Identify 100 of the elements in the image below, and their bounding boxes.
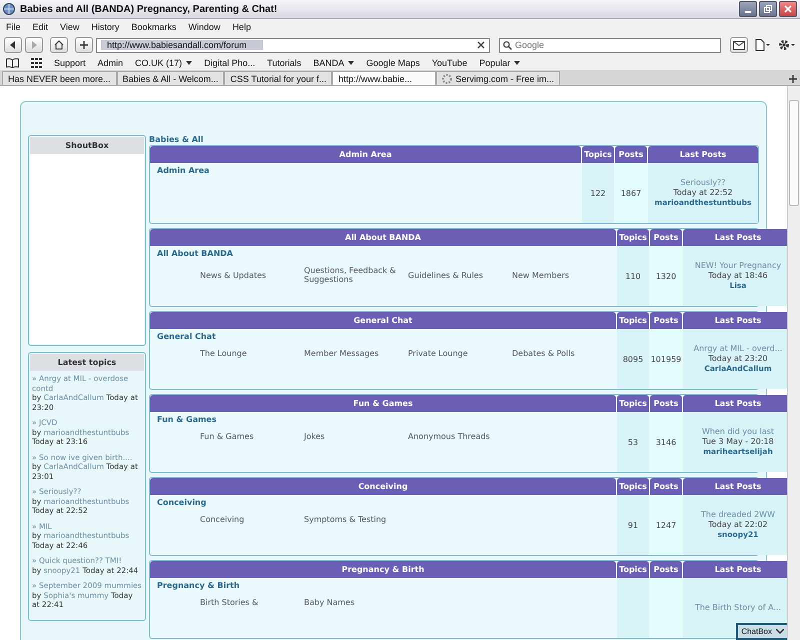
bookmark-link[interactable]: Tutorials [267, 58, 302, 68]
spinner-icon [442, 74, 452, 84]
new-tab-button[interactable] [789, 72, 797, 85]
browser-tab[interactable]: Servimg.com - Free im... [436, 71, 560, 85]
back-button[interactable] [4, 37, 22, 53]
caret-icon [514, 60, 520, 64]
subforum-link[interactable]: News & Updates [200, 270, 304, 280]
subforum-link[interactable]: New Members [512, 270, 616, 280]
back-icon [10, 41, 16, 49]
menu-item[interactable]: File [6, 22, 21, 32]
caret-icon [348, 60, 354, 64]
column-header: Last Posts [648, 146, 758, 163]
last-post-time: Today at 23:20 [708, 354, 768, 364]
menu-item[interactable]: Window [188, 22, 220, 32]
browser-tab[interactable]: Babies & All - Welcom... [116, 71, 224, 85]
grid-icon[interactable] [31, 58, 42, 68]
menu-item[interactable]: Help [232, 22, 251, 32]
forward-icon [31, 41, 37, 49]
subforum-link[interactable]: Symptoms & Testing [304, 515, 408, 524]
subforum-link[interactable]: Guidelines & Rules [408, 270, 512, 280]
posts-count: 3146 [656, 438, 676, 446]
menu-item[interactable]: History [91, 22, 120, 32]
url-text: http://www.babiesandall.com/forum [101, 40, 263, 50]
home-icon [54, 40, 64, 50]
subforum-link[interactable]: The Lounge [200, 349, 304, 358]
vertical-scrollbar[interactable] [787, 86, 800, 640]
bookmark-link[interactable]: Support [54, 58, 86, 68]
menu-item[interactable]: Edit [32, 22, 48, 32]
bookmark-link[interactable]: YouTube [432, 58, 468, 68]
shoutbox-title: ShoutBox [30, 137, 144, 154]
section-header: Admin Area [150, 146, 581, 163]
subforum-link[interactable]: Questions, Feedback & Suggestions [304, 266, 408, 284]
posts-count: 1867 [620, 188, 642, 198]
column-header: Last Posts [683, 312, 787, 329]
search-icon [503, 40, 512, 50]
bookmark-link[interactable]: Google Maps [366, 58, 420, 68]
section-header: All About BANDA [150, 229, 616, 246]
bookmark-link[interactable]: BANDA [313, 58, 354, 68]
category-link[interactable]: All About BANDA [150, 249, 616, 258]
search-field[interactable]: Google [499, 38, 721, 52]
category-link[interactable]: General Chat [150, 332, 616, 341]
subforum-link[interactable]: Fun & Games [200, 432, 304, 441]
settings-icon[interactable] [778, 39, 796, 51]
last-post-time: Today at 22:52 [673, 188, 733, 198]
chevron-down-icon [776, 629, 784, 634]
topics-count: 8095 [622, 354, 644, 364]
window-title: Babies and All (BANDA) Pregnancy, Parenting & Chat! [20, 4, 278, 14]
menu-item[interactable]: Bookmarks [131, 22, 176, 32]
address-field[interactable]: http://www.babiesandall.com/forum [96, 38, 490, 52]
book-icon[interactable] [6, 58, 19, 68]
category-link[interactable]: Fun & Games [150, 415, 616, 424]
posts-count: 1247 [656, 520, 676, 530]
subforum-link[interactable]: Debates & Polls [512, 349, 616, 358]
column-header: Last Posts [683, 478, 787, 495]
caret-icon [186, 60, 192, 64]
posts-count: 1320 [656, 272, 676, 280]
close-button[interactable] [779, 1, 797, 17]
menu-item[interactable]: View [60, 22, 80, 32]
category-link[interactable]: Conceiving [150, 498, 616, 507]
restore-icon [764, 5, 772, 13]
minimize-button[interactable] [739, 1, 757, 17]
page-icon[interactable] [755, 39, 771, 51]
subforum-link[interactable]: Baby Names [304, 598, 408, 607]
topics-count: 110 [625, 272, 641, 280]
subforum-link[interactable]: Conceiving [200, 515, 304, 524]
browser-tab[interactable]: CSS Tutorial for your f... [224, 71, 332, 85]
subforum-link[interactable]: Anonymous Threads [408, 432, 512, 441]
add-bookmark-button[interactable] [75, 37, 93, 53]
topics-count: 122 [590, 188, 606, 198]
plus-icon [80, 41, 88, 49]
scrollbar-thumb[interactable] [789, 100, 799, 206]
subforum-link[interactable]: Private Lounge [408, 349, 512, 358]
category-link[interactable]: Pregnancy & Birth [150, 581, 616, 590]
section-header: Fun & Games [150, 395, 616, 412]
browser-tab[interactable]: Has NEVER been more... [2, 71, 117, 85]
subforum-link[interactable]: Birth Stories & [200, 598, 304, 607]
last-post-time: Today at 18:46 [708, 271, 768, 281]
latest-topics-title: Latest topics [30, 354, 144, 371]
section-header: Conceiving [150, 478, 616, 495]
subforum-link[interactable]: Member Messages [304, 349, 408, 358]
topics-count: 91 [628, 520, 638, 530]
breadcrumb-link[interactable]: Babies & All [149, 135, 759, 144]
mail-button[interactable] [730, 37, 748, 53]
chatbox-button[interactable]: ChatBox [736, 623, 787, 640]
home-button[interactable] [50, 37, 68, 53]
bookmark-link[interactable]: Digital Pho... [204, 58, 256, 68]
last-post-time: Today at 22:02 [708, 520, 768, 530]
column-header: Posts [615, 146, 647, 163]
restore-button[interactable] [759, 1, 777, 17]
clear-icon[interactable] [477, 41, 485, 49]
column-header: Last Posts [683, 561, 787, 578]
browser-tab[interactable]: http://www.babie... [332, 71, 436, 85]
bookmark-link[interactable]: Admin [98, 58, 124, 68]
bookmark-link[interactable]: CO.UK (17) [135, 58, 192, 68]
bookmark-link[interactable]: Popular [479, 58, 520, 68]
column-header: Last Posts [683, 395, 787, 412]
category-link[interactable]: Admin Area [150, 166, 581, 175]
plus-icon [789, 74, 797, 82]
column-header: Posts [650, 229, 682, 246]
subforum-link[interactable]: Jokes [304, 432, 408, 441]
